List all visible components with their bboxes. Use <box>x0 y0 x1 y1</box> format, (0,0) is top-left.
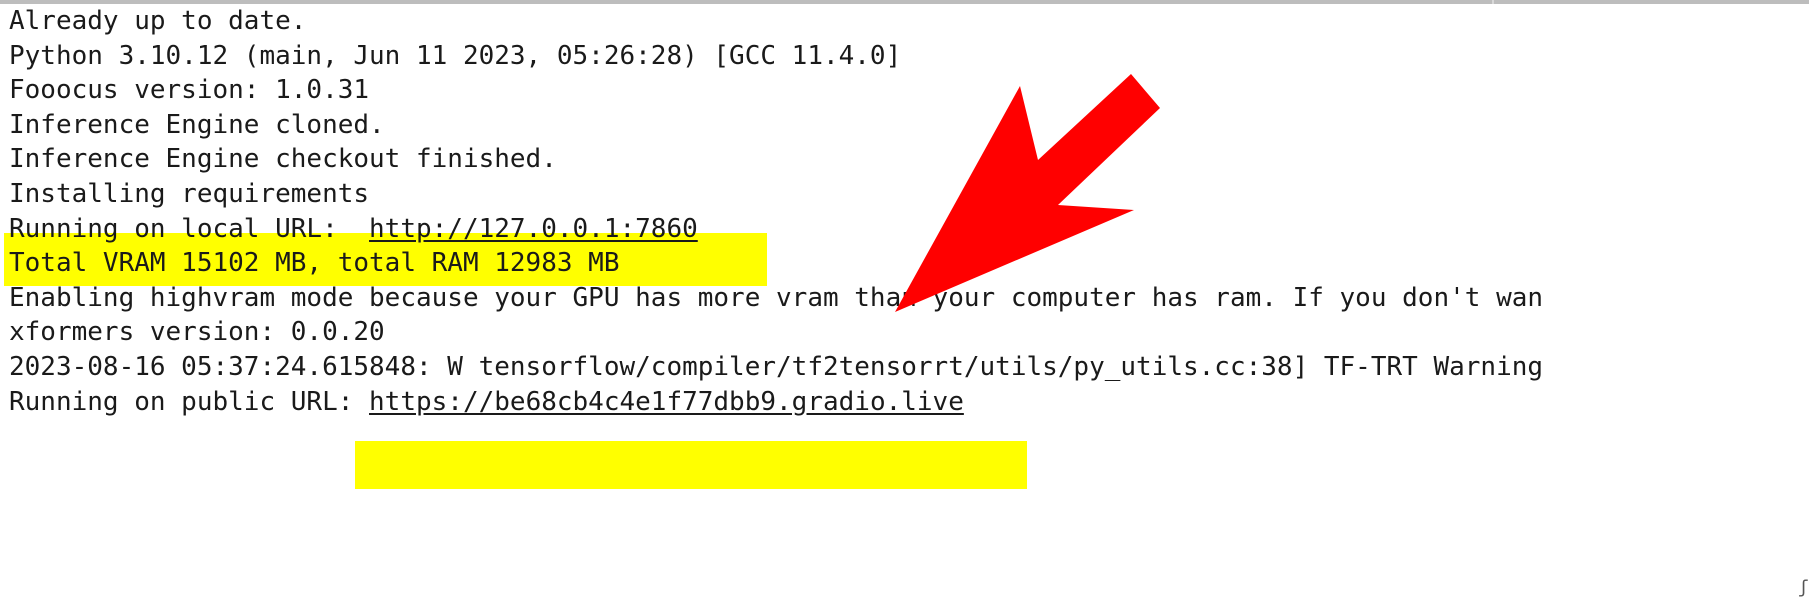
corner-fragment: ʃ <box>1798 577 1809 598</box>
local-url-line: Running on local URL: http://127.0.0.1:7… <box>9 212 1809 247</box>
terminal-line: Total VRAM 15102 MB, total RAM 12983 MB <box>9 248 620 279</box>
public-url-link[interactable]: https://be68cb4c4e1f77dbb9.gradio.live <box>369 387 964 417</box>
terminal-line: 2023-08-16 05:37:24.615848: W tensorflow… <box>9 351 1544 382</box>
terminal-line: Python 3.10.12 (main, Jun 11 2023, 05:26… <box>9 40 902 71</box>
terminal-output: Already up to date. Python 3.10.12 (main… <box>9 4 1809 419</box>
terminal-line: Inference Engine checkout finished. <box>9 144 557 175</box>
terminal-line: Inference Engine cloned. <box>9 109 385 140</box>
terminal-line: Installing requirements <box>9 178 370 209</box>
terminal-line: xformers version: 0.0.20 <box>9 317 385 348</box>
local-url-link[interactable]: http://127.0.0.1:7860 <box>369 214 698 244</box>
public-url-highlight <box>355 441 1027 489</box>
public-url-line: Running on public URL: https://be68cb4c4… <box>9 385 1809 420</box>
terminal-line: Already up to date. <box>9 6 307 36</box>
terminal-line: Fooocus version: 1.0.31 <box>9 75 370 106</box>
public-url-prefix: Running on public URL: <box>9 386 370 417</box>
terminal-line: Enabling highvram mode because your GPU … <box>9 282 1544 313</box>
local-url-prefix: Running on local URL: <box>9 213 370 244</box>
